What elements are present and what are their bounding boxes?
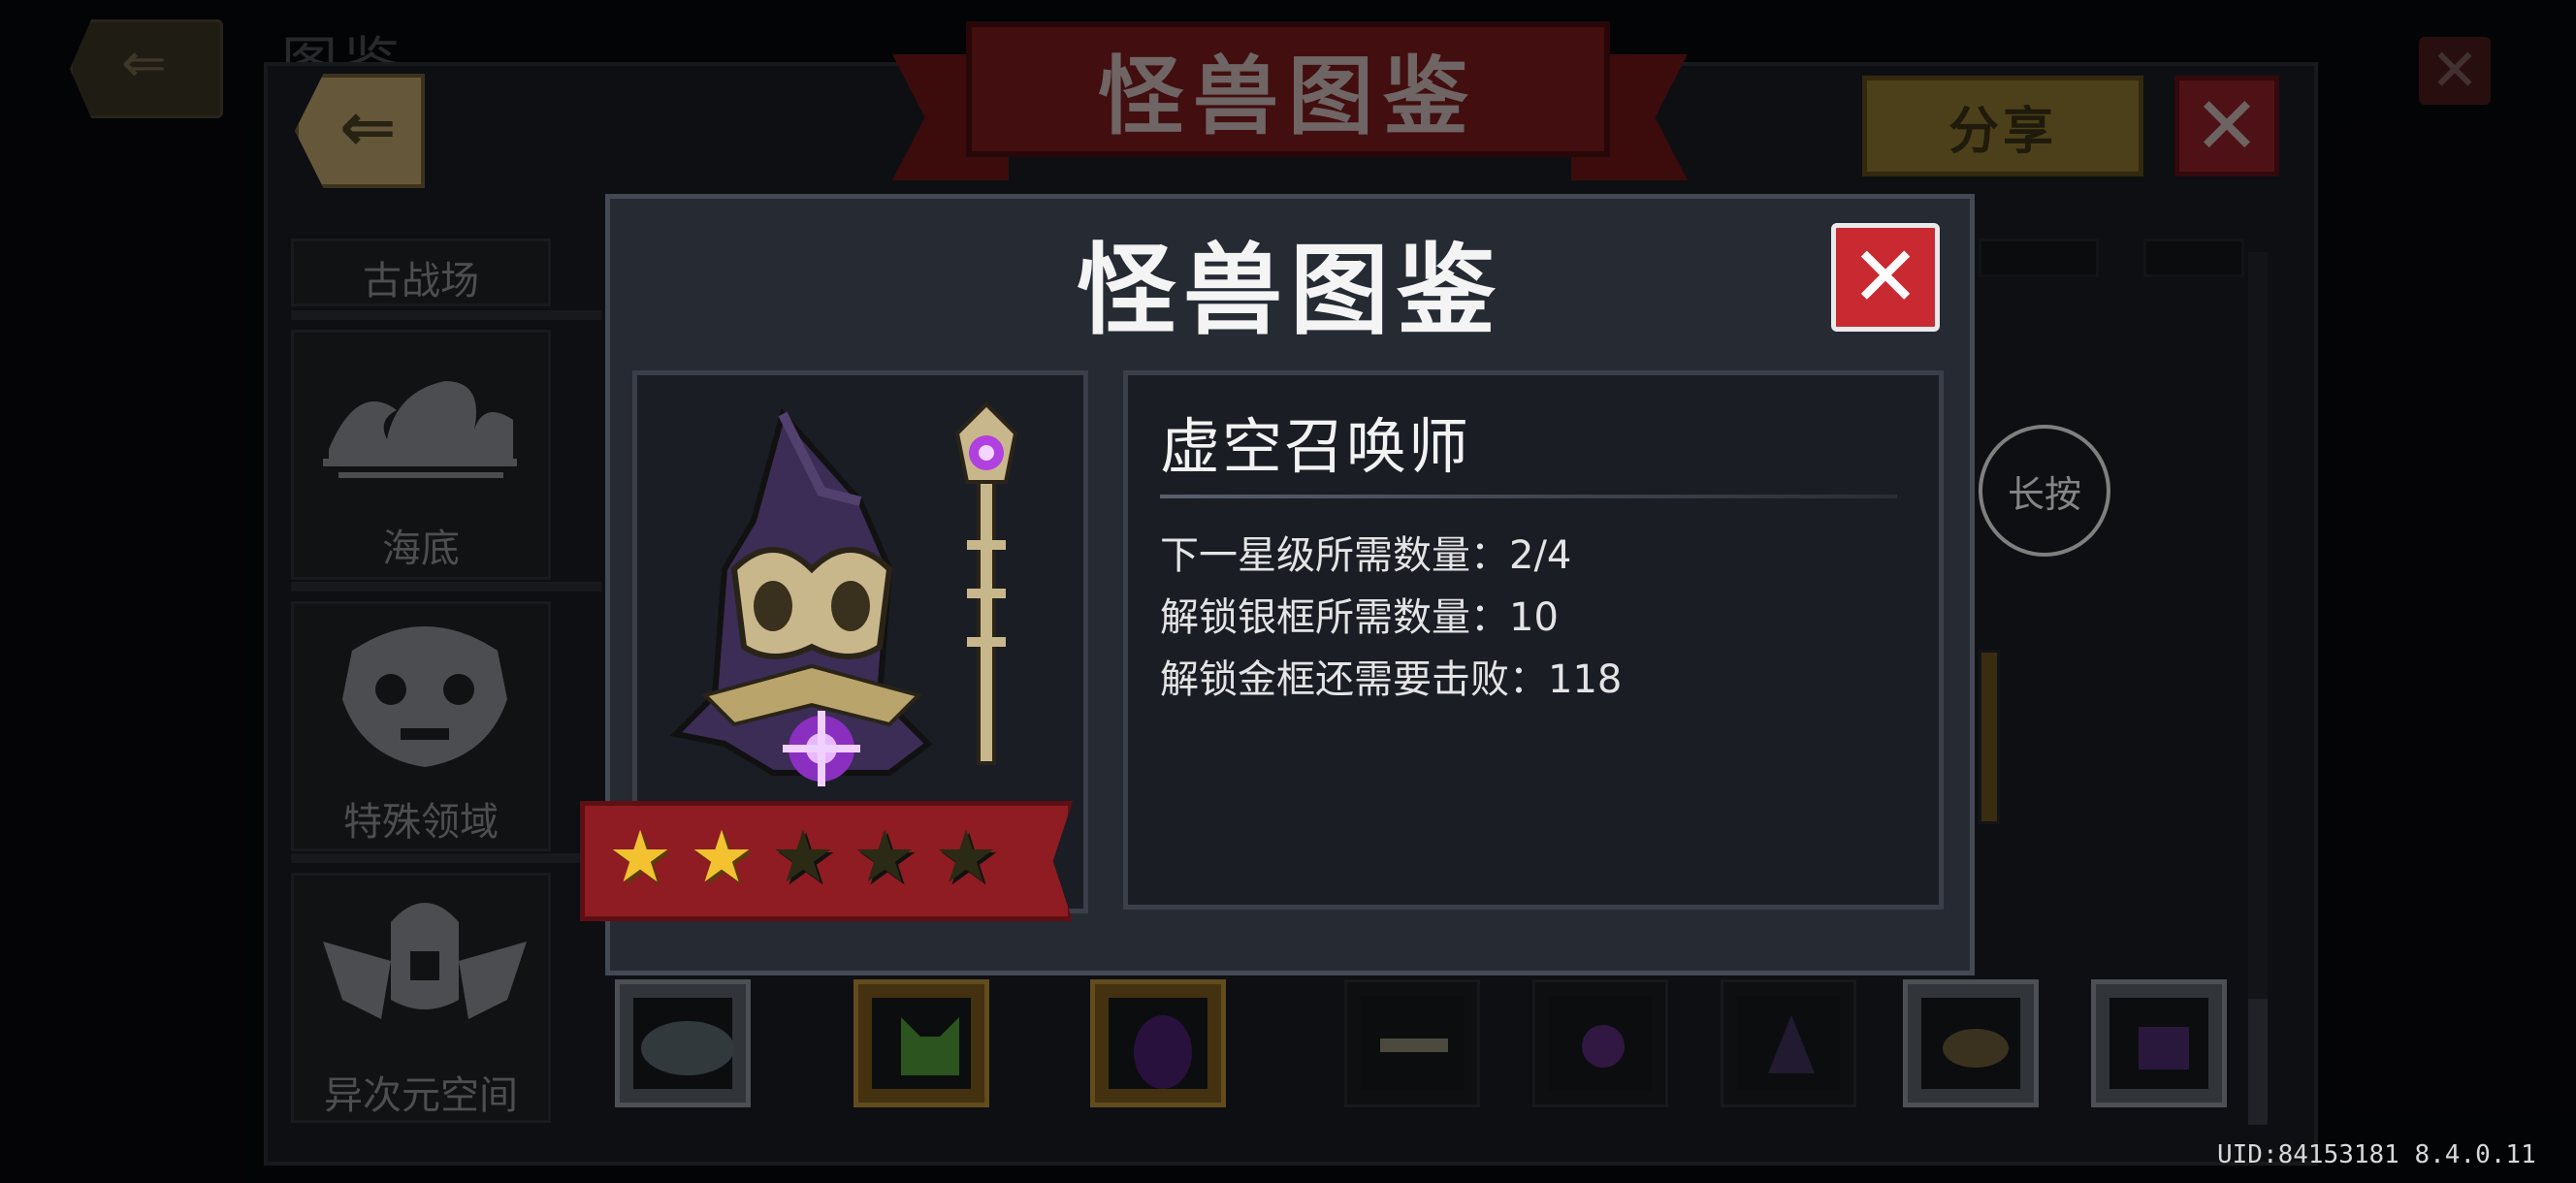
star-rating-ribbon: ★ ★ ★ ★ ★: [580, 801, 1073, 921]
star-empty-icon: ★: [852, 815, 918, 899]
stat-value: 118: [1548, 657, 1623, 702]
star-empty-icon: ★: [933, 815, 999, 899]
close-icon: ✕: [1850, 229, 1921, 326]
stat-label: 解锁金框还需要击败：: [1160, 657, 1548, 702]
star-filled-icon: ★: [689, 815, 755, 899]
modal-close-button[interactable]: ✕: [1831, 223, 1940, 332]
stat-next-star: 下一星级所需数量：2/4: [1160, 524, 1571, 580]
star-empty-icon: ★: [770, 815, 836, 899]
stat-unlock-silver: 解锁银框所需数量：10: [1160, 586, 1559, 642]
info-divider: [1160, 495, 1897, 498]
stat-value: 2/4: [1509, 533, 1572, 578]
modal-title: 怪兽图鉴: [1077, 234, 1503, 349]
monster-name: 虚空召唤师: [1160, 411, 1471, 482]
stat-unlock-gold: 解锁金框还需要击败：118: [1160, 648, 1622, 704]
star-filled-icon: ★: [607, 815, 673, 899]
stat-label: 解锁银框所需数量：: [1160, 595, 1509, 640]
stat-value: 10: [1509, 595, 1559, 640]
void-summoner-sprite: [669, 401, 1018, 786]
uid-version: UID:84153181 8.4.0.11: [2217, 1140, 2536, 1169]
stat-label: 下一星级所需数量：: [1160, 533, 1509, 578]
